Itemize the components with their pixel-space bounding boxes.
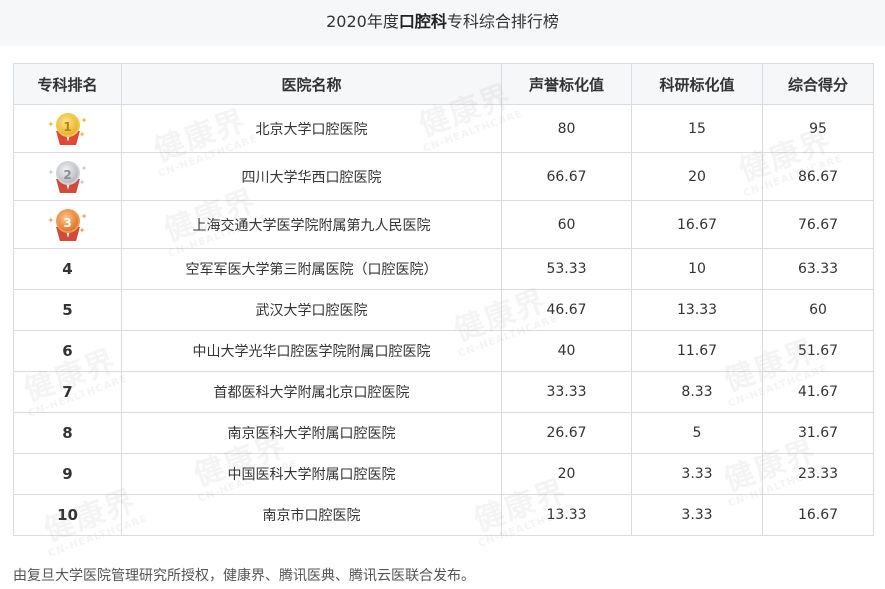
hospital-name: 空军军医大学第三附属医院（口腔医院） [121, 248, 502, 290]
hospital-name: 中山大学光华口腔医学院附属口腔医院 [121, 330, 502, 372]
title-prefix: 2020年度 [326, 12, 399, 31]
gold-medal-icon: 1 ✦ ✦ ✦ [46, 111, 90, 147]
rank-cell: 1 ✦ ✦ ✦ [13, 104, 122, 153]
reputation-value: 53.33 [501, 248, 632, 290]
reputation-value: 66.67 [501, 152, 632, 201]
research-value: 13.33 [631, 289, 763, 331]
hospital-link[interactable]: 北京大学口腔医院 [121, 104, 502, 153]
source-note: 由复旦大学医院管理研究所授权，健康界、腾讯医典、腾讯云医联合发布。 [13, 568, 475, 584]
reputation-value: 20 [501, 453, 632, 495]
research-value: 11.67 [631, 330, 763, 372]
total-score: 16.67 [762, 494, 874, 536]
header-research: 科研标化值 [631, 63, 763, 105]
reputation-value: 60 [501, 200, 632, 249]
title-specialty: 口腔科 [398, 12, 447, 31]
research-value: 16.67 [631, 200, 763, 249]
hospital-link[interactable]: 四川大学华西口腔医院 [121, 152, 502, 201]
table-row: 8 南京医科大学附属口腔医院 26.67 5 31.67 [13, 412, 874, 454]
table-row: 5 武汉大学口腔医院 46.67 13.33 60 [13, 289, 874, 331]
hospital-name: 中国医科大学附属口腔医院 [121, 453, 502, 495]
table-header-row: 专科排名 医院名称 声誉标化值 科研标化值 综合得分 [13, 63, 874, 105]
rank-number: 5 [13, 289, 122, 331]
hospital-name: 武汉大学口腔医院 [121, 289, 502, 331]
hospital-name: 南京市口腔医院 [121, 494, 502, 536]
reputation-value: 80 [501, 104, 632, 153]
reputation-value: 40 [501, 330, 632, 372]
total-score: 41.67 [762, 371, 874, 413]
total-score: 86.67 [762, 152, 874, 201]
research-value: 15 [631, 104, 763, 153]
rank-number: 7 [13, 371, 122, 413]
total-score: 63.33 [762, 248, 874, 290]
research-value: 3.33 [631, 453, 763, 495]
research-value: 3.33 [631, 494, 763, 536]
hospital-link[interactable]: 上海交通大学医学院附属第九人民医院 [121, 200, 502, 249]
table-row: 10 南京市口腔医院 13.33 3.33 16.67 [13, 494, 874, 536]
research-value: 5 [631, 412, 763, 454]
total-score: 95 [762, 104, 874, 153]
rank-number: 4 [13, 248, 122, 290]
total-score: 31.67 [762, 412, 874, 454]
reputation-value: 26.67 [501, 412, 632, 454]
title-suffix: 专科综合排行榜 [446, 12, 559, 31]
research-value: 10 [631, 248, 763, 290]
header-hospital: 医院名称 [121, 63, 502, 105]
total-score: 60 [762, 289, 874, 331]
research-value: 20 [631, 152, 763, 201]
reputation-value: 13.33 [501, 494, 632, 536]
rank-number: 6 [13, 330, 122, 372]
silver-medal-icon: 2 ✦ ✦ ✦ [46, 159, 90, 195]
hospital-name: 南京医科大学附属口腔医院 [121, 412, 502, 454]
header-rank: 专科排名 [13, 63, 122, 105]
ranking-table: 专科排名 医院名称 声誉标化值 科研标化值 综合得分 1 ✦ ✦ ✦ 北京大学口腔医… [13, 63, 874, 536]
table-row: 7 首都医科大学附属北京口腔医院 33.33 8.33 41.67 [13, 371, 874, 413]
rank-number: 9 [13, 453, 122, 495]
research-value: 8.33 [631, 371, 763, 413]
rank-number: 8 [13, 412, 122, 454]
header-total: 综合得分 [762, 63, 874, 105]
page-title: 2020年度口腔科专科综合排行榜 [0, 0, 885, 46]
rank-cell: 3 ✦ ✦ ✦ [13, 200, 122, 249]
table-row: 3 ✦ ✦ ✦ 上海交通大学医学院附属第九人民医院 60 16.67 76.67 [13, 200, 874, 249]
total-score: 76.67 [762, 200, 874, 249]
hospital-name: 首都医科大学附属北京口腔医院 [121, 371, 502, 413]
total-score: 51.67 [762, 330, 874, 372]
rank-number: 10 [13, 494, 122, 536]
table-row: 6 中山大学光华口腔医学院附属口腔医院 40 11.67 51.67 [13, 330, 874, 372]
table-row: 1 ✦ ✦ ✦ 北京大学口腔医院 80 15 95 [13, 104, 874, 153]
reputation-value: 33.33 [501, 371, 632, 413]
table-row: 4 空军军医大学第三附属医院（口腔医院） 53.33 10 63.33 [13, 248, 874, 290]
bronze-medal-icon: 3 ✦ ✦ ✦ [46, 207, 90, 243]
table-row: 2 ✦ ✦ ✦ 四川大学华西口腔医院 66.67 20 86.67 [13, 152, 874, 201]
reputation-value: 46.67 [501, 289, 632, 331]
table-row: 9 中国医科大学附属口腔医院 20 3.33 23.33 [13, 453, 874, 495]
header-reputation: 声誉标化值 [501, 63, 632, 105]
total-score: 23.33 [762, 453, 874, 495]
rank-cell: 2 ✦ ✦ ✦ [13, 152, 122, 201]
